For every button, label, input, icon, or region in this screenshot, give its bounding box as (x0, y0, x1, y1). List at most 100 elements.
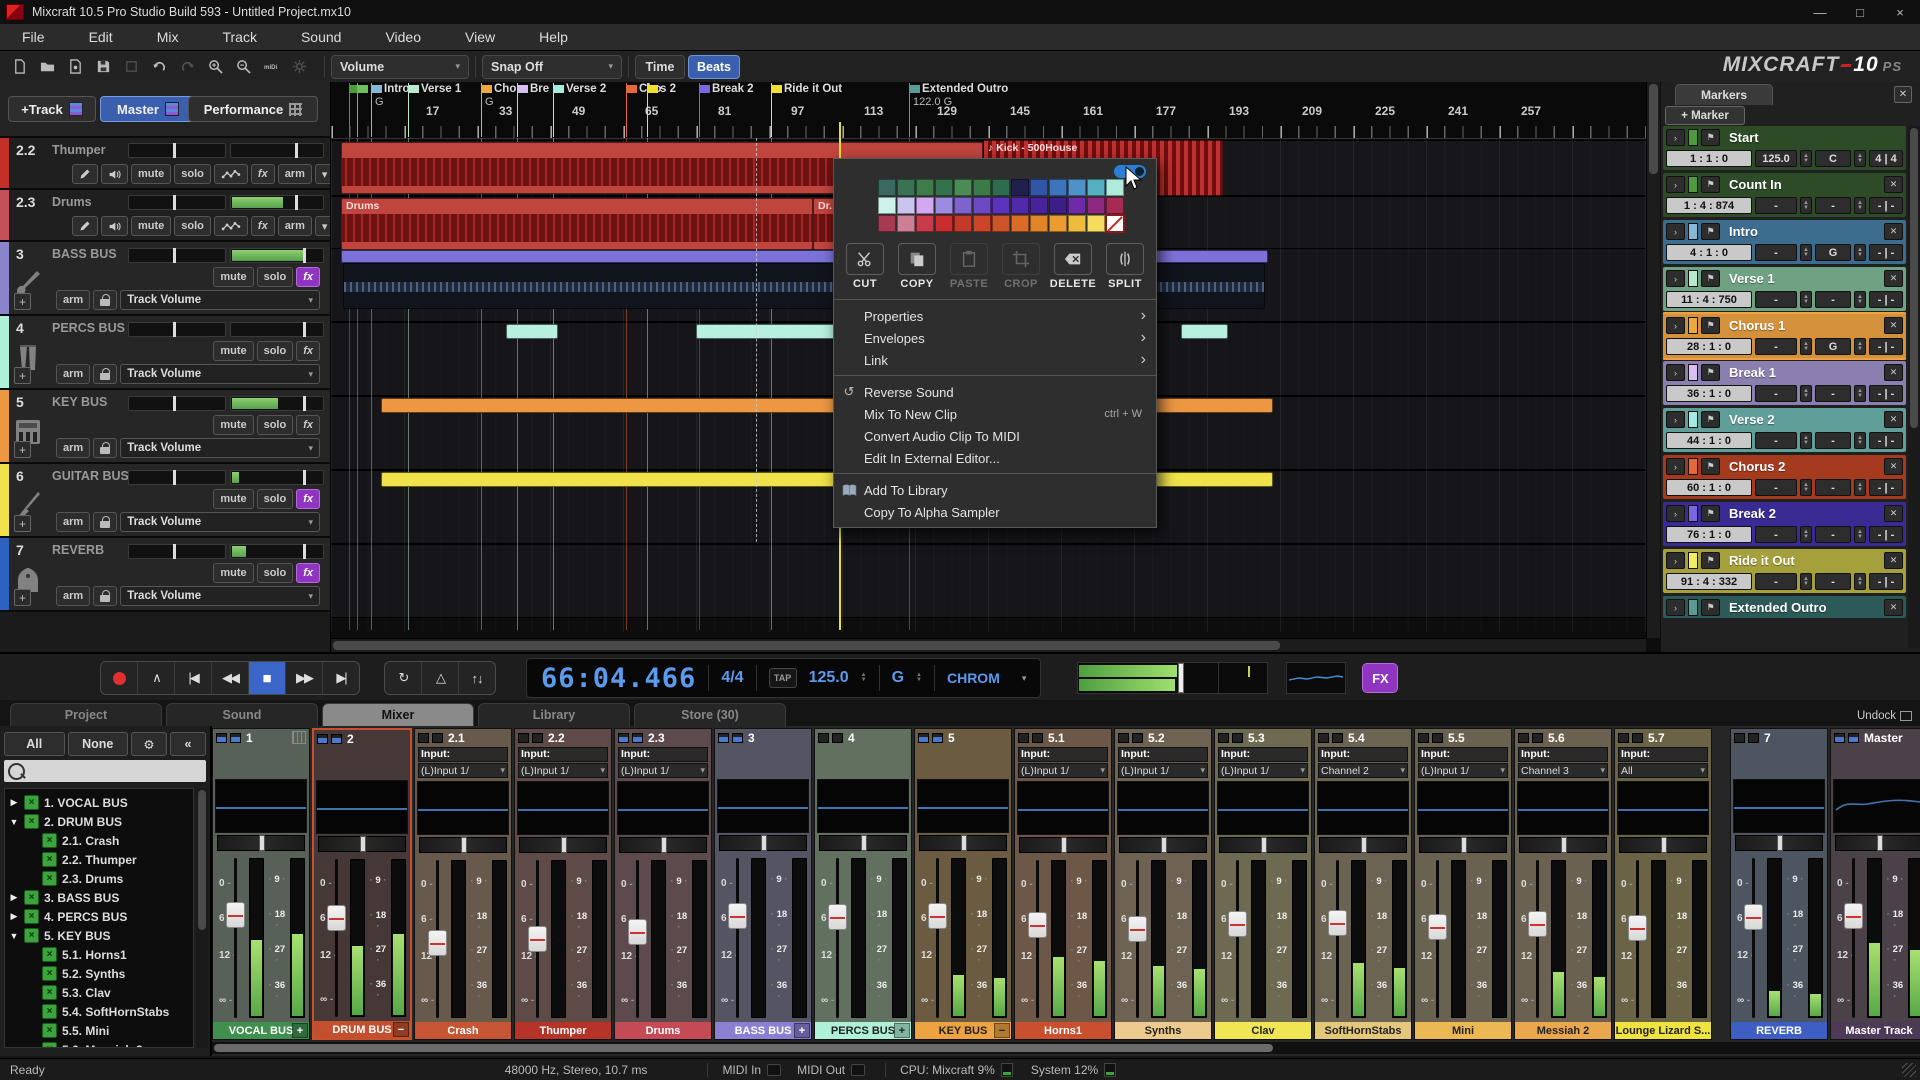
key-spinner[interactable]: ▲▼ (916, 673, 922, 683)
expand-marker-icon[interactable]: › (1666, 270, 1685, 287)
color-swatch[interactable] (992, 179, 1010, 196)
expand-marker-icon[interactable]: › (1666, 129, 1685, 146)
slider-handle[interactable] (173, 470, 176, 485)
sends-icon[interactable] (230, 733, 241, 743)
automation-icon[interactable] (214, 216, 248, 236)
scrollbar-thumb[interactable] (214, 1044, 1273, 1052)
track-row-2-2[interactable]: 2.2Thumpermutesolofxarm▾ (0, 138, 330, 190)
sends-icon[interactable] (1118, 733, 1129, 743)
arm-button[interactable]: arm (56, 438, 90, 458)
marker-color-chip[interactable] (1688, 317, 1698, 334)
menu-mix[interactable]: Mix (135, 25, 201, 49)
mute-button[interactable]: mute (131, 216, 171, 236)
channel-strip-5-3[interactable]: 5.3Input:(L)Input 1/▾0612∞9182736Clav (1214, 728, 1312, 1040)
strip-name-label[interactable]: Clav (1215, 1022, 1311, 1039)
channel-strip-3[interactable]: 30612∞9182736BASS BUS+ (714, 728, 812, 1040)
close-button[interactable]: × (1880, 0, 1920, 24)
expand-marker-icon[interactable]: › (1666, 317, 1685, 334)
new-project-icon[interactable] (6, 55, 32, 79)
marker-tempo[interactable]: - (1755, 526, 1797, 543)
slider-handle[interactable] (173, 248, 176, 263)
input-select[interactable]: (L)Input 1/▾ (418, 763, 508, 778)
tempo-spinner[interactable]: ▲▼ (1800, 244, 1812, 261)
marker-color-chip[interactable] (1688, 552, 1698, 569)
import-sound-icon[interactable] (62, 55, 88, 79)
time-display[interactable]: 66:04.466 (541, 663, 696, 694)
sends-icon[interactable] (1232, 733, 1243, 743)
slider-handle[interactable] (303, 396, 306, 411)
pan-slider[interactable] (1735, 835, 1823, 851)
pan-slider[interactable] (619, 837, 707, 853)
track-volume-select[interactable]: Track Volume▾ (120, 438, 320, 458)
expand-collapse-button[interactable]: − (994, 1023, 1010, 1038)
expand-marker-icon[interactable]: › (1666, 599, 1685, 616)
input-select[interactable]: All▾ (1618, 763, 1708, 778)
color-swatch[interactable] (954, 179, 972, 196)
fader-knob[interactable] (1228, 911, 1247, 937)
slider-handle[interactable] (303, 322, 306, 337)
marker-time-signature[interactable]: - | - (1869, 244, 1903, 261)
strip-name-label[interactable]: Lounge Lizard S... (1615, 1022, 1711, 1039)
sends-icon[interactable] (1332, 733, 1343, 743)
fx-button[interactable]: fx (296, 563, 320, 583)
strip-name-label[interactable]: VOCAL BUS+ (213, 1022, 309, 1039)
checkbox-icon[interactable]: × (24, 928, 39, 943)
tree-item-2-1-crash[interactable]: ×2.1. Crash (5, 831, 193, 850)
strip-eq-display[interactable] (1733, 779, 1825, 833)
marker-time-signature[interactable]: - | - (1869, 385, 1903, 402)
strip-grid-icon[interactable] (292, 731, 306, 744)
pan-slider[interactable] (128, 143, 226, 158)
marker-row-count-in[interactable]: ›⚑Count In✕1 : 4 : 874-▲▼-▲▼- | - (1663, 173, 1906, 217)
marker-key[interactable]: - (1815, 526, 1851, 543)
expand-marker-icon[interactable]: › (1666, 552, 1685, 569)
key-spinner[interactable]: ▲▼ (1854, 573, 1866, 590)
pan-slider[interactable] (719, 835, 807, 851)
delete-marker-icon[interactable]: ✕ (1884, 317, 1903, 334)
fader-track[interactable] (1852, 858, 1855, 1018)
menu-item-edit-in-external-editor-[interactable]: Edit In External Editor... (834, 447, 1156, 469)
pan-handle[interactable] (1877, 835, 1883, 851)
fader-knob[interactable] (628, 919, 647, 945)
pan-slider[interactable] (128, 322, 226, 337)
marker-time-signature[interactable]: - | - (1869, 197, 1903, 214)
color-swatch[interactable] (1087, 179, 1105, 196)
marker-tempo[interactable]: - (1755, 432, 1797, 449)
marker-tempo[interactable]: - (1755, 479, 1797, 496)
scrollbar-thumb[interactable] (198, 790, 206, 930)
key-spinner[interactable]: ▲▼ (1854, 291, 1866, 308)
tree-item-5-1-horns1[interactable]: ×5.1. Horns1 (5, 945, 193, 964)
checkbox-icon[interactable]: × (42, 966, 57, 981)
solo-button[interactable]: solo (174, 164, 211, 184)
checkbox-icon[interactable]: × (42, 1042, 57, 1048)
fader-knob[interactable] (428, 930, 447, 956)
pan-handle[interactable] (1061, 837, 1067, 853)
checkbox-icon[interactable]: × (42, 833, 57, 848)
speaker-icon[interactable] (101, 164, 128, 184)
strip-name-label[interactable]: Thumper (515, 1022, 611, 1039)
tree-item-5-6-messiah-2[interactable]: ×5.6. Messiah 2 (5, 1040, 193, 1048)
marker-time-signature[interactable]: - | - (1869, 479, 1903, 496)
zoom-out-icon[interactable] (230, 55, 256, 79)
input-select[interactable]: (L)Input 1/▾ (1218, 763, 1308, 778)
flag-icon[interactable]: ⚑ (1701, 176, 1720, 193)
strip-name-label[interactable]: Master Track (1831, 1022, 1920, 1039)
key-spinner[interactable]: ▲▼ (1854, 526, 1866, 543)
sends-icon[interactable] (632, 733, 643, 743)
key-value[interactable]: G (892, 669, 904, 687)
strip-name-label[interactable]: REVERB (1731, 1022, 1827, 1039)
strip-eq-display[interactable] (316, 780, 408, 834)
time-mode-button[interactable]: Time (635, 55, 685, 79)
marker-time-signature[interactable]: 4 | 4 (1869, 150, 1903, 167)
solo-button[interactable]: solo (257, 563, 294, 583)
strip-name-label[interactable]: Drums (615, 1022, 711, 1039)
pan-slider[interactable] (1619, 837, 1707, 853)
fader-track[interactable] (1036, 860, 1039, 1018)
input-select[interactable]: (L)Input 1/▾ (1018, 763, 1108, 778)
expand-collapse-button[interactable]: − (393, 1022, 409, 1037)
track-volume-select[interactable]: Track Volume▾ (120, 586, 320, 606)
fader-track[interactable] (1236, 860, 1239, 1018)
pan-handle[interactable] (1361, 837, 1367, 853)
zoom-in-icon[interactable] (202, 55, 228, 79)
add-automation-button[interactable]: + (14, 441, 31, 458)
key-spinner[interactable]: ▲▼ (1854, 338, 1866, 355)
